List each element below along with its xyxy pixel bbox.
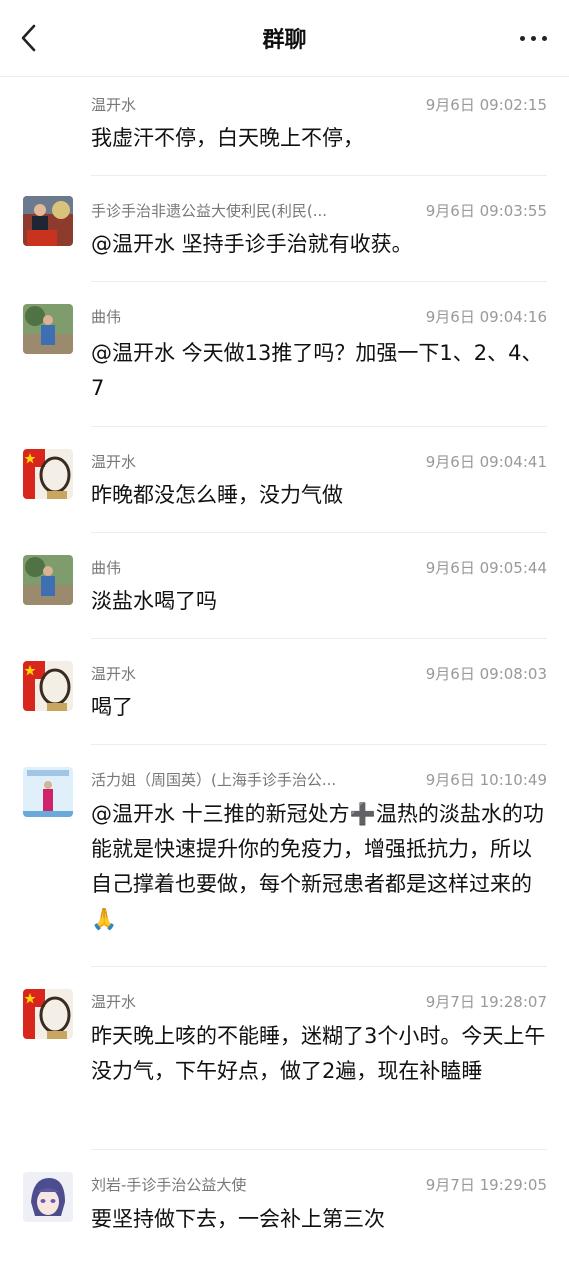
message-text: 喝了: [91, 695, 133, 719]
sender-name[interactable]: 曲伟: [91, 557, 121, 578]
message-time: 9月6日 09:05:44: [425, 559, 547, 577]
message-text: 昨天晚上咳的不能睡，迷糊了3个小时。今天上午没力气，下午好点，做了2遍，现在补瞌…: [91, 1024, 546, 1083]
message-text: @温开水 今天做13推了吗？加强一下1、2、4、7: [91, 341, 543, 400]
message-time: 9月7日 19:29:05: [425, 1176, 547, 1194]
avatar[interactable]: [23, 989, 73, 1039]
message-item: 温开水 9月6日 09:08:03 喝了: [0, 639, 569, 745]
message-item: 刘岩-手诊手治公益大使 9月7日 19:29:05 要坚持做下去，一会补上第三次: [0, 1150, 569, 1250]
message-time: 9月6日 09:03:55: [425, 202, 547, 220]
message-text: 要坚持做下去，一会补上第三次: [91, 1207, 385, 1231]
message-text: 昨晚都没怎么睡，没力气做: [91, 483, 343, 507]
message-time: 9月7日 19:28:07: [425, 993, 547, 1011]
sender-name[interactable]: 活力姐（周国英）(上海手诊手治公...: [91, 769, 336, 790]
sender-name[interactable]: 温开水: [91, 94, 136, 115]
avatar[interactable]: [23, 1172, 73, 1222]
sender-name[interactable]: 温开水: [91, 663, 136, 684]
message-item: 曲伟 9月6日 09:05:44 淡盐水喝了吗: [0, 533, 569, 639]
message-time: 9月6日 10:10:49: [425, 771, 547, 789]
message-item: 曲伟 9月6日 09:04:16 @温开水 今天做13推了吗？加强一下1、2、4…: [0, 282, 569, 427]
message-time: 9月6日 09:04:41: [425, 453, 547, 471]
message-text: @温开水 十三推的新冠处方➕温热的淡盐水的功能就是快速提升你的免疫力，增强抵抗力…: [91, 802, 544, 931]
avatar[interactable]: [23, 196, 73, 246]
message-item: 活力姐（周国英）(上海手诊手治公... 9月6日 10:10:49 @温开水 十…: [0, 745, 569, 967]
message-text: 我虚汗不停，白天晚上不停，: [91, 126, 364, 150]
sender-name[interactable]: 温开水: [91, 991, 136, 1012]
more-options-icon[interactable]: [520, 36, 547, 41]
message-item: 温开水 9月6日 09:04:41 昨晚都没怎么睡，没力气做: [0, 427, 569, 533]
sender-name[interactable]: 曲伟: [91, 306, 121, 327]
avatar[interactable]: [23, 304, 73, 354]
message-item: 温开水 9月7日 19:28:07 昨天晚上咳的不能睡，迷糊了3个小时。今天上午…: [0, 967, 569, 1150]
avatar[interactable]: [23, 449, 73, 499]
avatar[interactable]: [23, 661, 73, 711]
sender-name[interactable]: 刘岩-手诊手治公益大使: [91, 1174, 246, 1195]
message-text: @温开水 坚持手诊手治就有收获。: [91, 232, 413, 256]
avatar[interactable]: [23, 767, 73, 817]
top-bar: 群聊: [0, 0, 569, 77]
sender-name[interactable]: 温开水: [91, 451, 136, 472]
message-list: 温开水 9月6日 09:02:15 我虚汗不停，白天晚上不停， 手诊手治非遗公益…: [0, 77, 569, 1250]
page-title: 群聊: [262, 28, 307, 53]
message-text: 淡盐水喝了吗: [91, 589, 217, 613]
message-time: 9月6日 09:08:03: [425, 665, 547, 683]
message-item: 温开水 9月6日 09:02:15 我虚汗不停，白天晚上不停，: [0, 77, 569, 176]
message-time: 9月6日 09:04:16: [425, 308, 547, 326]
avatar[interactable]: [23, 555, 73, 605]
sender-name[interactable]: 手诊手治非遗公益大使利民(利民(...: [91, 200, 327, 221]
back-arrow-icon[interactable]: [16, 22, 46, 54]
message-item: 手诊手治非遗公益大使利民(利民(... 9月6日 09:03:55 @温开水 坚…: [0, 176, 569, 282]
message-time: 9月6日 09:02:15: [425, 96, 547, 114]
